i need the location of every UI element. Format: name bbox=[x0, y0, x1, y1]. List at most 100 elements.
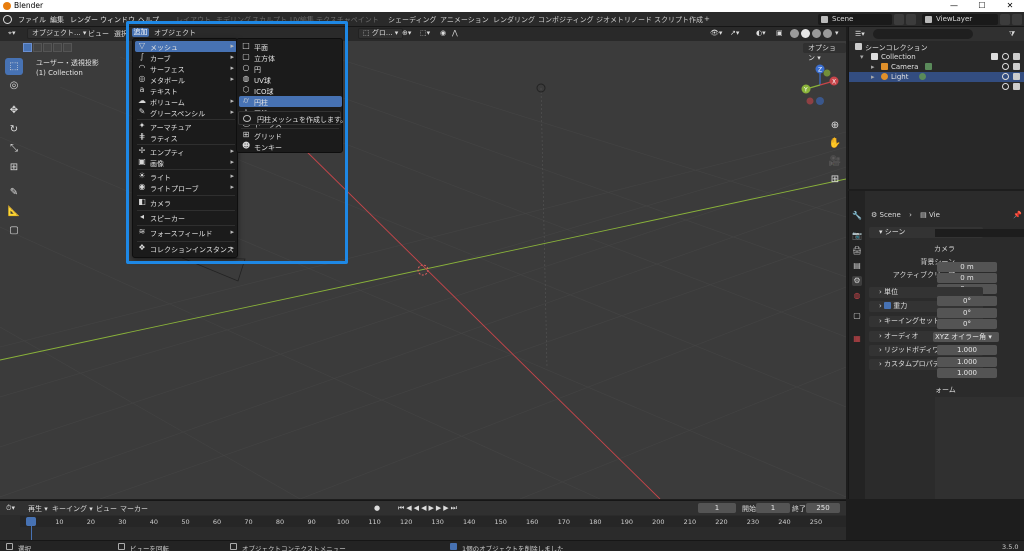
blender-menu-icon[interactable] bbox=[3, 15, 12, 24]
maximize-button[interactable]: ☐ bbox=[968, 0, 996, 12]
angle-y-field[interactable]: 0° bbox=[937, 308, 997, 318]
scale-tool[interactable]: ⤡ bbox=[5, 140, 23, 157]
playback-controls[interactable]: ⏮◀◀◀▶▶▶⏭ bbox=[398, 504, 459, 513]
playhead[interactable] bbox=[26, 517, 36, 526]
menu-item-uv-sphere[interactable]: ◍ UV球 bbox=[239, 74, 342, 85]
menu-item-text[interactable]: a テキスト bbox=[135, 85, 237, 96]
menu-item-circle[interactable]: ○ 円 bbox=[239, 63, 342, 74]
menu-item-plane[interactable]: □ 平面 bbox=[239, 41, 342, 52]
checkbox-icon[interactable] bbox=[991, 53, 998, 60]
render-camera-icon[interactable] bbox=[1013, 53, 1020, 60]
gravity-y-field[interactable]: 0 m bbox=[937, 273, 997, 283]
select-intersect-icon[interactable] bbox=[63, 43, 72, 52]
cursor-tool[interactable]: ◎ bbox=[5, 77, 23, 94]
shading-options-icon[interactable]: ▾ bbox=[835, 29, 839, 37]
select-invert-icon[interactable] bbox=[53, 43, 62, 52]
expand-arrow-icon[interactable]: ▸ bbox=[871, 63, 875, 71]
tab-modeling[interactable]: モデリング bbox=[216, 15, 251, 25]
tab-geometry-nodes[interactable]: ジオメトリノード bbox=[596, 15, 652, 25]
menu-item-lattice[interactable]: ⋕ ラティス bbox=[135, 132, 237, 143]
delete-view-layer-button[interactable] bbox=[1012, 14, 1022, 25]
menu-item-image[interactable]: ▣ 画像 ▸ bbox=[135, 157, 237, 168]
pan-hand-icon[interactable]: ✋ bbox=[828, 137, 842, 151]
viewport-view-menu[interactable]: ビュー bbox=[88, 29, 109, 39]
eye-icon[interactable] bbox=[1002, 53, 1009, 60]
add-menu-button[interactable]: 追加 bbox=[132, 28, 149, 37]
expand-arrow-icon[interactable]: ▾ bbox=[860, 53, 864, 61]
render-camera-icon[interactable] bbox=[1013, 83, 1020, 90]
menu-item-metaball[interactable]: ◎ メタボール ▸ bbox=[135, 74, 237, 85]
tab-scripting[interactable]: スクリプト作成 bbox=[654, 15, 703, 25]
menu-item-monkey[interactable]: ☻ モンキー bbox=[239, 141, 342, 152]
scale-x-field[interactable]: 1.000 bbox=[937, 345, 997, 355]
select-box-tool[interactable]: ⬚ bbox=[5, 58, 23, 75]
menu-item-armature[interactable]: ✦ アーマチュア bbox=[135, 121, 237, 132]
menu-item-collection-instance[interactable]: ❖ コレクションインスタンス ▸ bbox=[135, 243, 237, 254]
start-frame-field[interactable]: 1 bbox=[756, 503, 790, 513]
filter-icon[interactable]: ⧩ bbox=[1009, 30, 1015, 39]
menu-item-surface[interactable]: ◠ サーフェス ▸ bbox=[135, 63, 237, 74]
render-camera-icon[interactable] bbox=[1013, 73, 1020, 80]
wireframe-shading-icon[interactable] bbox=[790, 29, 799, 38]
outliner-row-extra[interactable] bbox=[849, 82, 1024, 92]
eye-icon[interactable] bbox=[1002, 83, 1009, 90]
view-layer-selector[interactable]: ViewLayer bbox=[922, 14, 998, 25]
snap-icon[interactable]: ⬚▾ bbox=[420, 29, 430, 37]
transform-orientation[interactable]: ⬚ グロ... ▾ bbox=[358, 28, 404, 39]
menu-item-curve[interactable]: ∫ カーブ ▸ bbox=[135, 52, 237, 63]
menu-item-camera[interactable]: ◧ カメラ bbox=[135, 197, 237, 208]
eye-icon[interactable] bbox=[1002, 73, 1009, 80]
editor-type-icon[interactable]: ⌖▾ bbox=[8, 29, 15, 38]
view-layer-tab-icon[interactable]: ▤ bbox=[852, 261, 862, 271]
ortho-grid-icon[interactable]: ⊞ bbox=[828, 173, 842, 187]
marker-menu[interactable]: マーカー bbox=[120, 504, 148, 514]
menu-file[interactable]: ファイル bbox=[18, 15, 46, 25]
scale-z-field[interactable]: 1.000 bbox=[937, 368, 997, 378]
rotate-tool[interactable]: ↻ bbox=[5, 121, 23, 138]
3d-viewport[interactable]: ⌖▾ オブジェクト... ▾ ビュー 選択 ⬚ グロ... ▾ ⊕▾ ⬚▾ ◉ … bbox=[0, 27, 846, 499]
object-menu-button[interactable]: オブジェクト bbox=[154, 28, 196, 38]
overlay-toggle-icon[interactable]: ◐▾ bbox=[756, 29, 766, 37]
timeline-editor-icon[interactable]: ⏱▾ bbox=[6, 504, 15, 513]
outliner-row-light[interactable]: ▸ Light bbox=[849, 72, 1024, 82]
menu-item-grease-pencil[interactable]: ✎ グリースペンシル ▸ bbox=[135, 107, 237, 118]
menu-item-cube[interactable]: ▢ 立方体 bbox=[239, 52, 342, 63]
menu-item-force-field[interactable]: ≋ フォースフィールド ▸ bbox=[135, 227, 237, 238]
zoom-icon[interactable]: ⊕ bbox=[828, 119, 842, 133]
tab-texture-paint[interactable]: テクスチャペイント bbox=[316, 15, 379, 25]
end-frame-field[interactable]: 250 bbox=[806, 503, 840, 513]
falloff-icon[interactable]: ⋀ bbox=[452, 29, 458, 37]
visibility-icon[interactable]: 👁▾ bbox=[710, 29, 722, 37]
annotate-tool[interactable]: ✎ bbox=[5, 184, 23, 201]
scene-tab-icon[interactable]: ⚙ bbox=[852, 276, 862, 286]
menu-item-speaker[interactable]: ◂ スピーカー bbox=[135, 212, 237, 223]
gravity-x-field[interactable]: 0 m bbox=[937, 262, 997, 272]
keying-menu[interactable]: キーイング ▾ bbox=[52, 504, 93, 514]
output-tab-icon[interactable]: 🖨 bbox=[852, 246, 862, 256]
add-cube-tool[interactable]: ▢ bbox=[5, 222, 23, 239]
material-shading-icon[interactable] bbox=[812, 29, 821, 38]
camera-view-icon[interactable]: 🎥 bbox=[828, 155, 842, 169]
tab-compositing[interactable]: コンポジティング bbox=[538, 15, 594, 25]
minimize-button[interactable]: — bbox=[940, 0, 968, 12]
menu-item-empty[interactable]: ✢ エンプティ ▸ bbox=[135, 146, 237, 157]
menu-item-grid[interactable]: ⊞ グリッド bbox=[239, 130, 342, 141]
mode-selector[interactable]: オブジェクト... ▾ bbox=[27, 28, 92, 39]
expand-arrow-icon[interactable]: ▸ bbox=[871, 73, 875, 81]
tab-shading[interactable]: シェーディング bbox=[388, 15, 437, 25]
viewport-select-menu[interactable]: 選択 bbox=[114, 29, 128, 39]
outliner-editor-icon[interactable]: ☰▾ bbox=[855, 30, 865, 38]
solid-shading-icon[interactable] bbox=[801, 29, 810, 38]
menu-item-cylinder[interactable]: ⌭ 円柱 bbox=[239, 96, 342, 107]
proportional-edit-icon[interactable]: ◉ bbox=[440, 29, 446, 37]
menu-render[interactable]: レンダー bbox=[70, 15, 98, 25]
delete-scene-button[interactable] bbox=[906, 14, 916, 25]
menu-item-light[interactable]: ☀ ライト ▸ bbox=[135, 171, 237, 182]
gizmo-toggle-icon[interactable]: ↗▾ bbox=[730, 29, 739, 37]
menu-window[interactable]: ウィンドウ bbox=[100, 15, 135, 25]
close-button[interactable]: ✕ bbox=[996, 0, 1024, 12]
timeline-view-menu[interactable]: ビュー bbox=[96, 504, 117, 514]
tab-sculpt[interactable]: スカルプト bbox=[252, 15, 287, 25]
menu-item-volume[interactable]: ☁ ボリューム ▸ bbox=[135, 96, 237, 107]
rendered-shading-icon[interactable] bbox=[823, 29, 832, 38]
